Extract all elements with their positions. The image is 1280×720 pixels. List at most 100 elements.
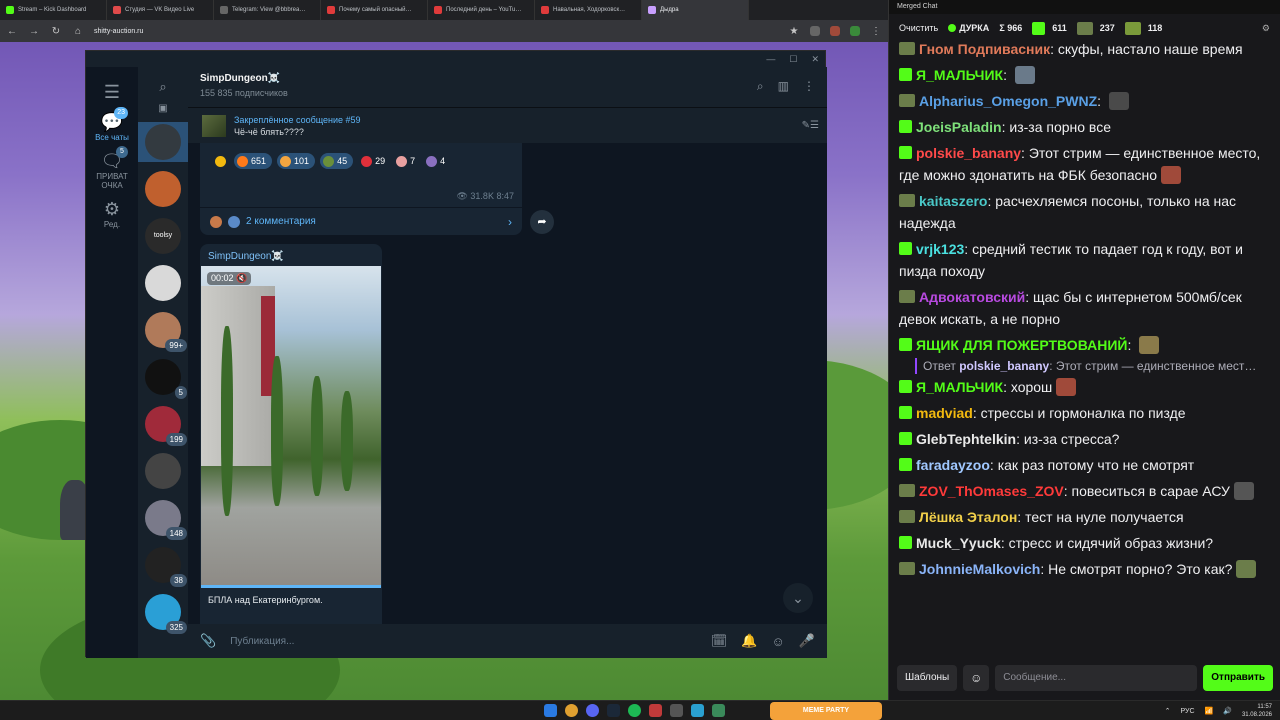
clear-button[interactable]: Очистить: [899, 23, 938, 33]
home-icon[interactable]: ⌂: [72, 26, 84, 37]
channel-header[interactable]: SimpDungeon☠️ 155 835 подписчиков ⌕ ▥ ⋮: [188, 67, 827, 107]
chat-username[interactable]: vrjk123: [916, 241, 964, 257]
share-button[interactable]: ➦: [530, 210, 554, 234]
more-icon[interactable]: ⋮: [803, 79, 815, 94]
emoji-icon[interactable]: ☺: [772, 634, 785, 649]
chevron-up-icon[interactable]: ⌃: [1165, 707, 1171, 715]
emoji-button[interactable]: ☺: [963, 665, 990, 691]
app-icon[interactable]: [670, 704, 683, 717]
chat-username[interactable]: Лёшка Эталон: [919, 509, 1017, 525]
attach-icon[interactable]: 📎: [200, 633, 216, 649]
chat-list-item[interactable]: 148: [138, 498, 188, 540]
chat-list-item[interactable]: [138, 451, 188, 491]
url-field[interactable]: shitty-auction.ru: [94, 28, 778, 35]
reaction-chip[interactable]: 4: [423, 153, 448, 169]
message-input[interactable]: Публикация...: [230, 636, 697, 647]
browser-tab[interactable]: Студия — VK Видео Live: [107, 0, 214, 20]
extension-icon[interactable]: [830, 26, 840, 36]
reaction-chip[interactable]: 651: [234, 153, 273, 169]
chat-username[interactable]: kaitaszero: [919, 193, 987, 209]
video-player[interactable]: 00:02 🔇: [201, 266, 381, 588]
reaction-chip[interactable]: [212, 153, 229, 169]
search-icon[interactable]: ⌕: [757, 79, 764, 94]
archive-icon[interactable]: ▣: [138, 103, 188, 114]
menu-button[interactable]: ☰: [86, 67, 138, 103]
chat-list-item[interactable]: [138, 122, 188, 162]
chat-list-item[interactable]: 38: [138, 545, 188, 587]
start-icon[interactable]: [544, 704, 557, 717]
chat-username[interactable]: Гном Подпивасник: [919, 41, 1050, 57]
minimize-icon[interactable]: —: [766, 54, 775, 64]
chat-username[interactable]: madviad: [916, 405, 973, 421]
browser-tab[interactable]: Последний день – YouTu…: [428, 0, 535, 20]
chat-username[interactable]: Адвокатовский: [919, 289, 1025, 305]
forward-icon[interactable]: →: [28, 26, 40, 37]
post-author[interactable]: SimpDungeon☠️: [200, 244, 382, 266]
bookmark-star-icon[interactable]: ★: [788, 26, 800, 37]
comments-button[interactable]: 2 комментария ›: [200, 207, 522, 235]
scroll-down-button[interactable]: ⌄: [783, 583, 813, 613]
reaction-chip[interactable]: 101: [277, 153, 316, 169]
browser-tab[interactable]: Навальная, Ходорковск…: [535, 0, 642, 20]
language-indicator[interactable]: РУС: [1181, 708, 1195, 715]
discord-icon[interactable]: [586, 704, 599, 717]
chat-username[interactable]: Я_МАЛЬЧИК: [916, 67, 1003, 83]
folder-private[interactable]: 🗨 5 ПРИВАТ ОЧКА: [86, 142, 138, 190]
sidebar-toggle-icon[interactable]: ▥: [778, 79, 789, 94]
schedule-icon[interactable]: 🗓: [711, 633, 728, 649]
reload-icon[interactable]: ↻: [50, 26, 62, 37]
chat-username[interactable]: JohnnieMalkovich: [919, 561, 1040, 577]
chat-username[interactable]: Muck_Yyuck: [916, 535, 1001, 551]
steam-icon[interactable]: [607, 704, 620, 717]
gear-icon[interactable]: ⚙: [1262, 23, 1270, 34]
chat-list-item[interactable]: 325: [138, 592, 188, 634]
meme-party-widget[interactable]: MEME PARTY: [770, 702, 882, 720]
clock[interactable]: 11:57 31.08.2026: [1242, 703, 1272, 719]
extension-icon[interactable]: [850, 26, 860, 36]
spotify-icon[interactable]: [628, 704, 641, 717]
close-icon[interactable]: ✕: [811, 54, 819, 65]
chrome-icon[interactable]: [565, 704, 578, 717]
folder-edit[interactable]: ⚙ Ред.: [86, 190, 138, 229]
app-icon[interactable]: [712, 704, 725, 717]
send-button[interactable]: Отправить: [1203, 665, 1273, 691]
reaction-chip[interactable]: 29: [358, 153, 388, 169]
chat-username[interactable]: faradayzoo: [916, 457, 990, 473]
search-icon[interactable]: ⌕: [138, 67, 188, 103]
chat-message-input[interactable]: Сообщение...: [995, 665, 1198, 691]
reaction-chip[interactable]: 45: [320, 153, 354, 169]
maximize-icon[interactable]: ☐: [789, 54, 797, 65]
volume-icon[interactable]: 🔊: [1223, 707, 1232, 715]
obs-icon[interactable]: [649, 704, 662, 717]
chat-list-item[interactable]: 199: [138, 404, 188, 446]
extension-icon[interactable]: [810, 26, 820, 36]
chat-list-item[interactable]: [138, 263, 188, 303]
back-icon[interactable]: ←: [6, 26, 18, 37]
folder-all-chats[interactable]: 💬 23 Все чаты: [86, 103, 138, 142]
chat-username[interactable]: Я_МАЛЬЧИК: [916, 379, 1003, 395]
browser-tab[interactable]: Telegram: View @bbbrea…: [214, 0, 321, 20]
chat-list-item[interactable]: [138, 169, 188, 209]
telegram-icon[interactable]: [691, 704, 704, 717]
browser-tab[interactable]: Почему самый опасный…: [321, 0, 428, 20]
chat-username[interactable]: ЯЩИК ДЛЯ ПОЖЕРТВОВАНИЙ: [916, 337, 1127, 353]
chat-username[interactable]: polskie_banany: [916, 145, 1021, 161]
video-progress-bar[interactable]: [201, 585, 381, 588]
browser-tab[interactable]: Stream – Kick Dashboard: [0, 0, 107, 20]
chat-list-item[interactable]: 5: [138, 357, 188, 399]
bell-icon[interactable]: 🔔: [741, 633, 757, 649]
browser-tab[interactable]: Дыдра: [642, 0, 749, 20]
wifi-icon[interactable]: 📶: [1205, 707, 1214, 715]
chat-username[interactable]: Alpharius_Omegon_PWNZ: [919, 93, 1097, 109]
chat-username[interactable]: GlebTephtelkin: [916, 431, 1016, 447]
pinned-message[interactable]: Закреплённое сообщение #59 Чё-чё блять??…: [188, 107, 827, 143]
chat-list-item[interactable]: 99+: [138, 310, 188, 352]
microphone-icon[interactable]: 🎤: [799, 633, 815, 649]
menu-icon[interactable]: ⋮: [870, 26, 882, 37]
reaction-chip[interactable]: 7: [393, 153, 418, 169]
chat-list-item[interactable]: toolsy: [138, 216, 188, 256]
chat-username[interactable]: JoeisPaladin: [916, 119, 1002, 135]
pinned-list-icon[interactable]: ✎☰: [802, 120, 819, 131]
templates-button[interactable]: Шаблоны: [897, 665, 958, 691]
chat-username[interactable]: ZOV_ThOmases_ZOV: [919, 483, 1064, 499]
